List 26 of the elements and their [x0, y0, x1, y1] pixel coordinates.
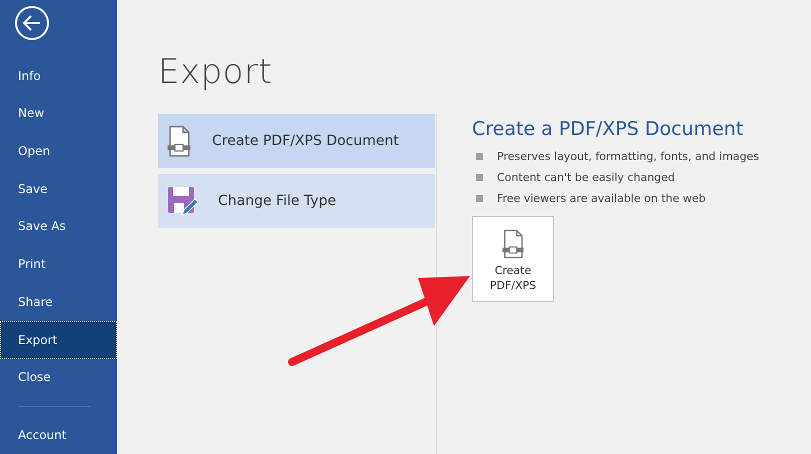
nav-item[interactable]: Share	[0, 283, 117, 321]
nav-item[interactable]: New	[0, 94, 117, 132]
document-icon	[501, 229, 525, 259]
bullet-icon	[476, 195, 483, 202]
bullet-icon	[476, 174, 483, 181]
nav-item[interactable]: Close	[0, 358, 117, 396]
floppy-pencil-icon	[166, 185, 198, 217]
section-heading: Create a PDF/XPS Document	[472, 118, 744, 140]
document-icon	[166, 124, 192, 158]
nav-item[interactable]: Save	[0, 170, 117, 208]
bullet-text: Preserves layout, formatting, fonts, and images	[497, 150, 760, 163]
nav-item[interactable]: Export	[0, 320, 117, 359]
bullet-text: Content can't be easily changed	[497, 171, 675, 184]
page-title: Export	[158, 52, 274, 94]
export-option[interactable]: Create PDF/XPS Document	[158, 114, 435, 168]
nav-item[interactable]: Print	[0, 245, 117, 284]
back-arrow-icon	[23, 14, 41, 31]
export-option[interactable]: Change File Type	[158, 174, 435, 228]
nav-item[interactable]: Open	[0, 132, 117, 170]
nav-item[interactable]: Account	[0, 416, 117, 454]
back-button[interactable]	[15, 6, 49, 40]
nav-item[interactable]: Info	[0, 56, 117, 94]
nav-item[interactable]: Save As	[0, 208, 117, 246]
create-pdf-button[interactable]: Create PDF/XPS	[472, 216, 554, 302]
bullet-icon	[476, 153, 483, 160]
bullet-text: Free viewers are available on the web	[497, 192, 706, 205]
